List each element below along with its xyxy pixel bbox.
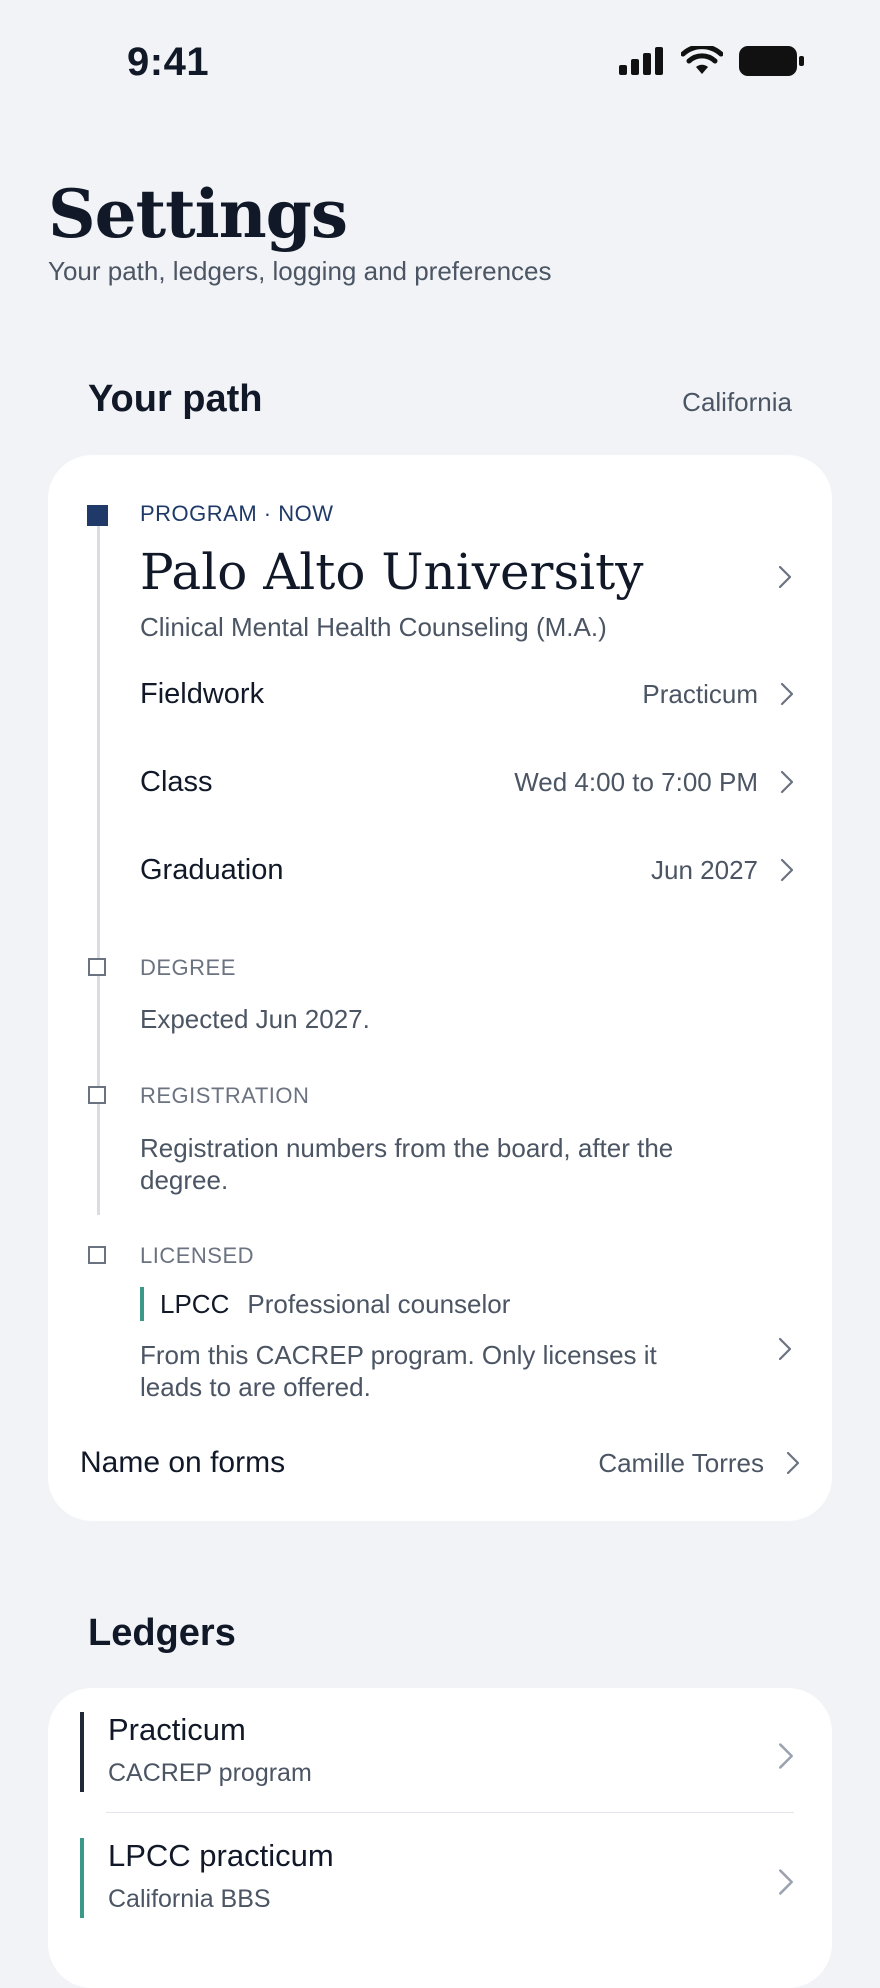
ledger-item[interactable]: LPCC practicum California BBS xyxy=(80,1838,794,1918)
license-code: LPCC xyxy=(160,1288,230,1319)
name-on-forms-row[interactable]: Name on forms Camille Torres xyxy=(80,1438,800,1488)
chevron-right-icon xyxy=(778,565,792,589)
path-card: PROGRAM · NOW Palo Alto University Clini… xyxy=(48,455,832,1521)
registration-text: Registration numbers from the board, aft… xyxy=(140,1133,674,1195)
ledger-subtitle: California BBS xyxy=(108,1885,271,1913)
ledger-item[interactable]: Practicum CACREP program xyxy=(80,1712,794,1792)
ledger-title: LPCC practicum xyxy=(108,1838,334,1873)
fieldwork-row[interactable]: Fieldwork Practicum xyxy=(140,669,794,719)
ledger-accent-bar xyxy=(80,1712,84,1792)
license-line: LPCC Professional counselor xyxy=(140,1287,510,1321)
graduation-row[interactable]: Graduation Jun 2027 xyxy=(140,845,794,895)
ledgers-section-header: Ledgers xyxy=(88,1612,792,1655)
name-on-forms-value: Camille Torres xyxy=(598,1447,764,1478)
chevron-right-icon xyxy=(779,1869,793,1895)
license-text: From this CACREP program. Only licenses … xyxy=(140,1340,657,1402)
page-subtitle: Your path, ledgers, logging and preferen… xyxy=(48,256,552,286)
degree-marker xyxy=(88,958,106,976)
chevron-right-icon xyxy=(780,770,794,794)
page-title: Settings xyxy=(48,175,348,253)
path-section-title: Your path xyxy=(88,378,263,420)
name-on-forms-label: Name on forms xyxy=(80,1446,286,1479)
cellular-signal-icon xyxy=(619,47,663,75)
ledger-accent-bar xyxy=(80,1838,84,1918)
registration-marker xyxy=(88,1086,106,1104)
timeline-line xyxy=(97,515,100,1215)
ledger-title: Practicum xyxy=(108,1712,246,1747)
licensed-eyebrow: LICENSED xyxy=(140,1243,255,1268)
chevron-right-icon xyxy=(778,1337,792,1361)
degree-text: Expected Jun 2027. xyxy=(140,1004,370,1034)
class-value: Wed 4:00 to 7:00 PM xyxy=(514,766,758,797)
degree-eyebrow: DEGREE xyxy=(140,955,236,980)
path-state: California xyxy=(682,387,792,417)
wifi-icon xyxy=(681,46,723,74)
fieldwork-label: Fieldwork xyxy=(140,677,265,710)
ledger-divider xyxy=(106,1812,794,1813)
ledgers-section-title: Ledgers xyxy=(88,1612,236,1654)
registration-eyebrow: REGISTRATION xyxy=(140,1083,310,1108)
program-name: Clinical Mental Health Counseling (M.A.) xyxy=(140,612,607,642)
license-name: Professional counselor xyxy=(247,1288,511,1319)
licensed-marker xyxy=(88,1246,106,1264)
chevron-right-icon xyxy=(786,1451,800,1475)
chevron-right-icon xyxy=(779,1743,793,1769)
chevron-right-icon xyxy=(780,858,794,882)
status-time: 9:41 xyxy=(127,40,210,84)
ledgers-card: Practicum CACREP program LPCC practicum … xyxy=(48,1688,832,1988)
ledger-subtitle: CACREP program xyxy=(108,1759,312,1787)
class-row[interactable]: Class Wed 4:00 to 7:00 PM xyxy=(140,757,794,807)
program-marker xyxy=(87,505,108,526)
license-accent-bar xyxy=(140,1287,144,1321)
status-bar: 9:41 xyxy=(0,0,880,130)
graduation-value: Jun 2027 xyxy=(651,854,758,885)
battery-icon xyxy=(739,46,804,76)
graduation-label: Graduation xyxy=(140,853,284,886)
path-section-header: Your path California xyxy=(88,378,792,421)
class-label: Class xyxy=(140,765,213,798)
status-icons xyxy=(619,46,805,76)
school-name: Palo Alto University xyxy=(140,543,644,601)
fieldwork-value: Practicum xyxy=(642,678,758,709)
chevron-right-icon xyxy=(780,682,794,706)
program-eyebrow: PROGRAM · NOW xyxy=(140,501,334,526)
